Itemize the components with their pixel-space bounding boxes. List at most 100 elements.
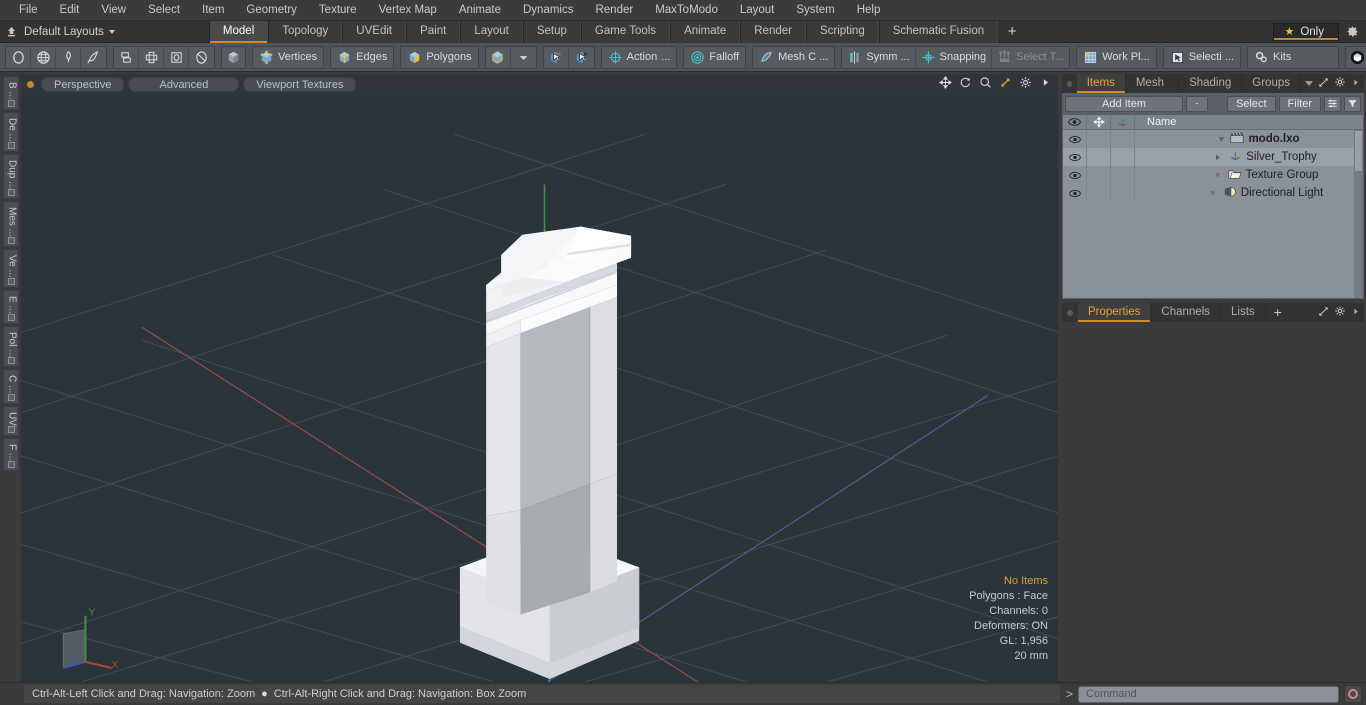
layout-tab-setup[interactable]: Setup bbox=[522, 20, 581, 43]
snapping-button[interactable]: Snapping bbox=[916, 45, 993, 69]
item-row-label-container[interactable]: Directional Light bbox=[1135, 184, 1363, 202]
menu-item-system[interactable]: System bbox=[785, 0, 845, 21]
add-panel-tab-button[interactable]: + bbox=[1266, 304, 1290, 321]
pick-through-icon[interactable] bbox=[544, 45, 569, 69]
row-lock-cell[interactable] bbox=[1087, 166, 1111, 184]
chevron-right-icon[interactable] bbox=[1351, 77, 1360, 91]
layout-tab-model[interactable]: Model bbox=[208, 20, 269, 43]
gear-icon[interactable] bbox=[1334, 76, 1346, 91]
menu-item-view[interactable]: View bbox=[90, 0, 137, 21]
layout-tab-uvedit[interactable]: UVEdit bbox=[342, 20, 407, 43]
selection-mode-vertices[interactable]: Vertices bbox=[252, 45, 325, 69]
item-row-label-container[interactable]: modo.lxo bbox=[1135, 130, 1363, 148]
left-tab-fusion[interactable]: F ... bbox=[2, 437, 19, 471]
command-input[interactable]: Command bbox=[1078, 685, 1339, 703]
left-tab-polygon[interactable]: Pol ... bbox=[2, 325, 19, 368]
left-tab-curve[interactable]: C ... bbox=[2, 369, 19, 404]
menu-item-geometry[interactable]: Geometry bbox=[235, 0, 308, 21]
eye-icon[interactable] bbox=[1063, 115, 1087, 129]
item-row-mesh[interactable]: Silver_Trophy bbox=[1063, 148, 1363, 166]
stack-icon[interactable] bbox=[114, 45, 139, 69]
left-tab-vertex[interactable]: Ve ... bbox=[2, 249, 19, 288]
menu-item-layout[interactable]: Layout bbox=[729, 0, 786, 21]
select-button[interactable]: Select bbox=[1226, 95, 1276, 112]
menu-item-maxtomodo[interactable]: MaxToModo bbox=[644, 0, 729, 21]
layout-tab-topology[interactable]: Topology bbox=[268, 20, 343, 43]
row-eye-icon[interactable] bbox=[1063, 184, 1087, 202]
layout-tab-schematic-fusion[interactable]: Schematic Fusion bbox=[878, 20, 999, 43]
row-transform-cell[interactable] bbox=[1111, 148, 1135, 166]
add-layout-tab-button[interactable]: + bbox=[998, 21, 1026, 43]
action-center-button[interactable]: Action ... bbox=[600, 45, 678, 69]
layout-tab-scripting[interactable]: Scripting bbox=[805, 20, 879, 43]
list-options-icon[interactable] bbox=[1324, 95, 1341, 112]
pen-icon[interactable] bbox=[56, 45, 81, 69]
panel-tab-properties[interactable]: Properties bbox=[1078, 303, 1152, 322]
panel-tab-channels[interactable]: Channels bbox=[1151, 303, 1222, 322]
row-eye-icon[interactable] bbox=[1063, 148, 1087, 166]
layout-tab-paint[interactable]: Paint bbox=[406, 20, 461, 43]
menu-item-help[interactable]: Help bbox=[846, 0, 892, 21]
left-tab-uv[interactable]: UV bbox=[2, 405, 19, 436]
row-transform-cell[interactable] bbox=[1111, 166, 1135, 184]
default-layouts-dropdown[interactable]: Default Layouts bbox=[22, 26, 121, 38]
pick-nearest-icon[interactable] bbox=[569, 46, 594, 69]
chevron-right-icon[interactable] bbox=[1351, 306, 1360, 320]
viewport-projection-button[interactable]: Perspective bbox=[41, 76, 125, 92]
viewport-textures-button[interactable]: Viewport Textures bbox=[243, 76, 357, 92]
add-item-chevron-down-icon[interactable] bbox=[1186, 95, 1208, 112]
panel-tab-lists[interactable]: Lists bbox=[1221, 303, 1266, 322]
item-row-scene[interactable]: modo.lxo bbox=[1063, 130, 1363, 148]
menu-item-vertex-map[interactable]: Vertex Map bbox=[368, 0, 448, 21]
chevron-down-icon[interactable] bbox=[1305, 81, 1313, 86]
row-transform-cell[interactable] bbox=[1111, 130, 1135, 148]
center-box-icon[interactable] bbox=[164, 45, 189, 69]
brush-icon[interactable] bbox=[81, 46, 106, 69]
move-lock-icon[interactable] bbox=[1087, 115, 1111, 129]
pan-icon[interactable] bbox=[939, 76, 952, 92]
filter-button[interactable]: Filter bbox=[1278, 95, 1321, 112]
viewport-shading-button[interactable]: Advanced bbox=[128, 76, 240, 92]
row-lock-cell[interactable] bbox=[1087, 184, 1111, 202]
item-row-label-container[interactable]: Texture Group bbox=[1135, 166, 1363, 184]
left-tab-edge[interactable]: E ... bbox=[2, 289, 19, 324]
layout-tab-animate[interactable]: Animate bbox=[670, 20, 741, 43]
left-tab-mesh-edit[interactable]: Mes ... bbox=[2, 201, 19, 248]
item-row-directional-light[interactable]: Directional Light bbox=[1063, 184, 1363, 202]
layout-tab-game-tools[interactable]: Game Tools bbox=[580, 20, 671, 43]
shaded-cube-icon[interactable] bbox=[221, 45, 246, 69]
layout-tab-layout[interactable]: Layout bbox=[460, 20, 523, 43]
add-item-button[interactable]: Add Item bbox=[1065, 95, 1183, 112]
item-row-texture-group[interactable]: Texture Group bbox=[1063, 166, 1363, 184]
zoom-icon[interactable] bbox=[979, 76, 992, 92]
menu-item-edit[interactable]: Edit bbox=[49, 0, 91, 21]
rotate-icon[interactable] bbox=[959, 76, 972, 92]
symmetry-button[interactable]: Symm ... bbox=[842, 45, 916, 69]
selection-mode-edges[interactable]: Edges bbox=[330, 45, 395, 69]
menu-item-animate[interactable]: Animate bbox=[448, 0, 512, 21]
left-tab-basic[interactable]: B ... bbox=[2, 76, 19, 110]
cube-item-icon[interactable] bbox=[486, 45, 511, 69]
menu-item-select[interactable]: Select bbox=[137, 0, 191, 21]
falloff-button[interactable]: Falloff bbox=[683, 45, 747, 69]
only-toggle-button[interactable]: ★ Only bbox=[1273, 22, 1339, 41]
gear-icon[interactable] bbox=[1342, 22, 1362, 42]
mesh-constraint-button[interactable]: Mesh C ... bbox=[752, 45, 836, 69]
menu-item-dynamics[interactable]: Dynamics bbox=[512, 0, 584, 21]
home-up-icon[interactable] bbox=[0, 21, 22, 43]
gear-icon[interactable] bbox=[1019, 76, 1032, 92]
record-circle-icon[interactable] bbox=[1344, 685, 1362, 703]
panel-tab-shading[interactable]: Shading bbox=[1179, 74, 1243, 93]
fit-icon[interactable] bbox=[999, 76, 1012, 92]
expand-icon[interactable] bbox=[1318, 306, 1329, 320]
selection-mode-polygons[interactable]: Polygons bbox=[400, 45, 479, 69]
expand-icon[interactable] bbox=[1318, 77, 1329, 91]
substance-cube-icon[interactable] bbox=[1344, 45, 1366, 69]
menu-item-file[interactable]: File bbox=[8, 0, 49, 21]
triangle-right-icon[interactable] bbox=[1187, 153, 1225, 162]
axis-transform-icon[interactable] bbox=[1111, 115, 1135, 129]
panel-tab-mesh[interactable]: Mesh ... bbox=[1126, 74, 1180, 107]
chevron-right-icon[interactable] bbox=[1039, 76, 1052, 92]
row-lock-cell[interactable] bbox=[1087, 130, 1111, 148]
menu-item-item[interactable]: Item bbox=[191, 0, 235, 21]
